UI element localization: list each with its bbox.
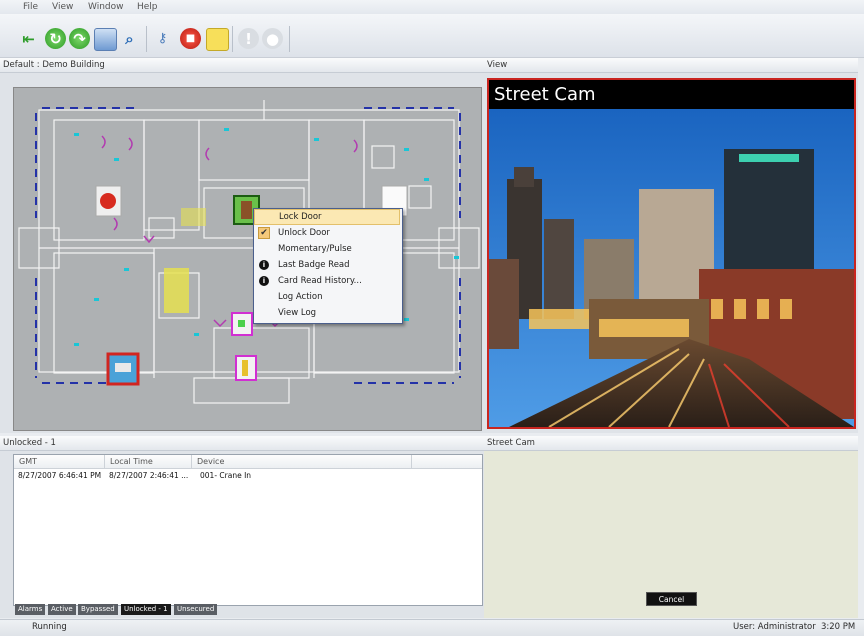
menu-view[interactable]: View [52, 2, 73, 12]
menu-item-momentary-pulse[interactable]: Momentary/Pulse [254, 241, 400, 257]
camera-title: Street Cam [489, 80, 854, 109]
check-icon: ✔ [258, 227, 270, 239]
menu-item-unlock-door[interactable]: ✔ Unlock Door [254, 225, 400, 241]
cell-local-time: 8/27/2007 2:46:41 ... [109, 471, 189, 480]
tab-unsecured[interactable]: Unsecured [174, 604, 218, 615]
status-time: 3:20 PM [821, 622, 856, 632]
exit-icon[interactable]: ⇤ [18, 28, 39, 49]
tab-unlocked[interactable]: Unlocked - 1 [121, 604, 171, 615]
camera-view[interactable]: Street Cam [487, 78, 856, 429]
tab-active[interactable]: Active [48, 604, 76, 615]
search-icon[interactable]: ⌕ [119, 28, 140, 49]
momentary-pulse-label: Momentary/Pulse [278, 244, 352, 254]
log-action-label: Log Action [278, 292, 323, 302]
menu-bar: File View Window Help [0, 0, 864, 14]
info-icon: i [259, 260, 269, 270]
column-device[interactable]: Device [192, 455, 412, 469]
tab-bypassed[interactable]: Bypassed [78, 604, 118, 615]
street-cam-header: Street Cam [484, 436, 858, 451]
menu-file[interactable]: File [23, 2, 38, 12]
stop-icon[interactable]: ■ [180, 28, 201, 49]
floor-plan-drawing [18, 100, 480, 404]
disabled-icon: ! [238, 28, 259, 49]
unlock-door-label: Unlock Door [278, 228, 330, 238]
info-icon: i [259, 276, 269, 286]
menu-item-log-action[interactable]: Log Action [254, 289, 400, 305]
disabled-icon: ● [262, 28, 283, 49]
view-log-label: View Log [278, 308, 317, 318]
status-text: Running [32, 622, 67, 632]
last-badge-read-label: Last Badge Read [278, 260, 350, 270]
tab-alarms[interactable]: Alarms [15, 604, 46, 615]
toolbar-separator [146, 26, 147, 52]
menu-item-view-log[interactable]: View Log [254, 305, 400, 321]
column-gmt[interactable]: GMT [14, 455, 105, 469]
cell-device: 001- Crane In [200, 471, 252, 480]
key-icon[interactable]: ⚷ [152, 28, 173, 49]
toolbar-separator [232, 26, 233, 52]
column-empty [412, 455, 482, 469]
events-header: Unlocked - 1 [0, 436, 484, 451]
floor-plan[interactable] [13, 87, 482, 431]
cancel-button[interactable]: Cancel [646, 592, 697, 606]
note-icon[interactable] [206, 28, 229, 51]
status-user: User: Administrator [733, 622, 816, 632]
menu-item-lock-door[interactable]: Lock Door [254, 209, 400, 225]
lock-door-label: Lock Door [279, 212, 322, 222]
menu-item-card-read-history[interactable]: i Card Read History... [254, 273, 400, 289]
status-bar: Running User: Administrator 3:20 PM [0, 619, 864, 636]
view-header: View [484, 58, 858, 73]
menu-item-last-badge-read[interactable]: i Last Badge Read [254, 257, 400, 273]
camera-image [489, 109, 854, 427]
refresh-icon[interactable]: ↻ [45, 28, 66, 49]
menu-help[interactable]: Help [137, 2, 158, 12]
monitor-icon[interactable] [94, 28, 117, 51]
toolbar: ⇤ ↻ ↷ ⌕ ⚷ ■ ! ● [0, 14, 864, 58]
cell-gmt: 8/27/2007 6:46:41 PM [18, 471, 102, 480]
door-context-menu: Lock Door ✔ Unlock Door Momentary/Pulse i… [253, 208, 403, 324]
toolbar-separator [289, 26, 290, 52]
floorplan-header: Default : Demo Building [0, 58, 484, 73]
column-local-time[interactable]: Local Time [105, 455, 192, 469]
events-list[interactable]: GMT Local Time Device 8/27/2007 6:46:41 … [13, 454, 483, 606]
forward-icon[interactable]: ↷ [69, 28, 90, 49]
card-read-history-label: Card Read History... [278, 276, 362, 286]
menu-window[interactable]: Window [88, 2, 124, 12]
